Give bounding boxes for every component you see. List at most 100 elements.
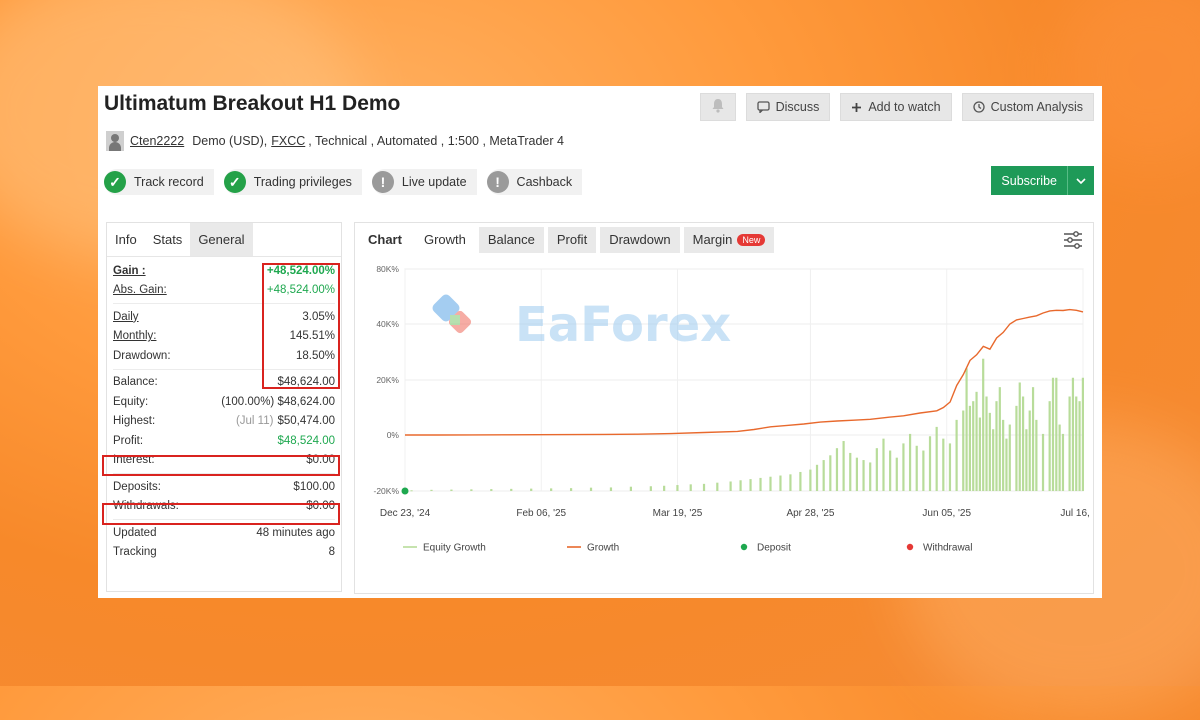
plus-icon bbox=[851, 102, 862, 113]
page-card: Ultimatum Breakout H1 Demo Discuss Add t… bbox=[98, 86, 1102, 598]
equity-bar bbox=[985, 396, 988, 491]
y-tick-label: 0% bbox=[387, 430, 400, 440]
exclamation-icon: ! bbox=[486, 171, 509, 193]
equity-bar bbox=[1041, 433, 1045, 491]
tab-info[interactable]: Info bbox=[107, 223, 145, 256]
legend-label: Withdrawal bbox=[923, 543, 972, 554]
watermark: EaForex bbox=[515, 297, 731, 353]
avatar bbox=[106, 131, 124, 151]
equity-bar bbox=[992, 429, 995, 491]
stat-value: $50,474.00 bbox=[277, 415, 335, 428]
deposit-marker bbox=[401, 487, 409, 495]
equity-bar bbox=[902, 443, 905, 491]
legend-swatch bbox=[906, 543, 914, 551]
x-tick-label: Mar 19, '25 bbox=[653, 508, 703, 519]
notify-button[interactable] bbox=[699, 93, 736, 121]
stat-value: (100.00%) $48,624.00 bbox=[221, 395, 335, 408]
equity-bar bbox=[942, 438, 945, 491]
tab-growth[interactable]: Growth bbox=[415, 227, 475, 253]
equity-bar bbox=[702, 483, 706, 491]
equity-bar bbox=[470, 489, 473, 491]
equity-bar bbox=[729, 481, 732, 491]
equity-bar bbox=[875, 448, 878, 491]
stat-value: 8 bbox=[328, 546, 335, 559]
badge-track-record[interactable]: ✓ Track record bbox=[104, 169, 214, 195]
chart-settings-icon[interactable] bbox=[1063, 231, 1083, 254]
exclamation-icon: ! bbox=[371, 171, 394, 193]
badge-trading-privileges[interactable]: ✓ Trading privileges bbox=[223, 169, 362, 195]
equity-bar bbox=[1028, 410, 1031, 491]
equity-bar bbox=[972, 401, 975, 491]
stat-label: Abs. Gain: bbox=[113, 284, 167, 297]
add-to-watch-label: Add to watch bbox=[868, 100, 941, 114]
custom-analysis-label: Custom Analysis bbox=[990, 100, 1083, 114]
growth-line bbox=[405, 308, 1084, 436]
equity-bar bbox=[842, 441, 845, 491]
y-tick-label: -20K% bbox=[373, 486, 399, 496]
equity-bar bbox=[1005, 438, 1008, 491]
equity-bar bbox=[450, 489, 453, 491]
highlight-profit-box bbox=[102, 455, 340, 476]
equity-bar bbox=[789, 474, 792, 491]
broker-link[interactable]: FXCC bbox=[271, 134, 305, 148]
highlight-deposits-box bbox=[102, 503, 340, 525]
custom-analysis-button[interactable]: Custom Analysis bbox=[961, 93, 1094, 121]
equity-bar bbox=[609, 487, 613, 491]
equity-bar bbox=[822, 460, 825, 491]
equity-bar bbox=[1048, 401, 1051, 491]
equity-bar bbox=[1002, 419, 1005, 491]
equity-bar bbox=[862, 460, 865, 491]
stat-label: Drawdown: bbox=[113, 349, 171, 362]
stat-label: Tracking bbox=[113, 546, 157, 559]
tab-general[interactable]: General bbox=[190, 223, 253, 256]
stat-highest: Highest: (Jul 11) $50,474.00 bbox=[113, 412, 335, 432]
user-link[interactable]: Cten2222 bbox=[130, 134, 184, 148]
equity-bar bbox=[809, 469, 812, 491]
equity-bar bbox=[629, 486, 632, 491]
stat-profit: Profit: $48,524.00 bbox=[113, 431, 335, 451]
badge-live-update[interactable]: ! Live update bbox=[371, 169, 477, 195]
chevron-down-icon[interactable] bbox=[1068, 177, 1094, 184]
stat-value: $48,524.00 bbox=[277, 434, 335, 447]
stat-label: Gain : bbox=[113, 264, 146, 277]
equity-bar bbox=[922, 450, 925, 491]
x-tick-label: Jun 05, '25 bbox=[922, 508, 971, 519]
equity-bar bbox=[676, 485, 679, 491]
equity-bar bbox=[968, 405, 971, 491]
tab-balance[interactable]: Balance bbox=[478, 226, 544, 253]
account-details: , Technical , Automated , 1:500 , MetaTr… bbox=[308, 134, 564, 148]
equity-bar bbox=[1018, 382, 1021, 491]
account-meta: Cten2222 Demo (USD), FXCC , Technical , … bbox=[106, 131, 564, 151]
discuss-button[interactable]: Discuss bbox=[745, 93, 831, 121]
equity-bar bbox=[1081, 377, 1084, 491]
highlight-gain-box bbox=[262, 263, 340, 389]
equity-bar bbox=[1055, 377, 1058, 491]
badge-cashback[interactable]: ! Cashback bbox=[486, 169, 583, 195]
tab-drawdown[interactable]: Drawdown bbox=[600, 226, 680, 253]
tab-chart[interactable]: Chart bbox=[359, 226, 411, 253]
add-to-watch-button[interactable]: Add to watch bbox=[840, 93, 952, 121]
stat-deposits: Deposits: $100.00 bbox=[113, 477, 335, 497]
stat-label: Highest: bbox=[113, 415, 156, 428]
equity-bar bbox=[889, 450, 892, 491]
equity-bar bbox=[835, 448, 839, 491]
new-badge: New bbox=[737, 233, 766, 246]
badge-label: Live update bbox=[401, 175, 467, 189]
tab-margin[interactable]: Margin New bbox=[683, 226, 775, 253]
growth-chart: EaForex Dec 23, '24 Feb 06, '25 Mar 19, '2… bbox=[373, 264, 1093, 554]
check-icon: ✓ bbox=[104, 171, 126, 193]
equity-bar bbox=[908, 433, 912, 491]
tab-profit[interactable]: Profit bbox=[547, 226, 597, 253]
tab-stats[interactable]: Stats bbox=[144, 223, 191, 256]
equity-bar bbox=[1075, 396, 1078, 491]
equity-bar bbox=[569, 488, 573, 491]
legend-label: Deposit bbox=[757, 543, 791, 554]
stat-value: $100.00 bbox=[293, 480, 335, 493]
equity-bar bbox=[739, 480, 742, 491]
equity-bar bbox=[689, 484, 692, 491]
subscribe-button[interactable]: Subscribe bbox=[991, 166, 1094, 195]
equity-bar bbox=[1061, 433, 1065, 491]
equity-bar bbox=[995, 401, 998, 491]
stats-tabs: Info Stats General bbox=[107, 223, 341, 257]
x-tick-label: Dec 23, '24 bbox=[380, 508, 431, 519]
